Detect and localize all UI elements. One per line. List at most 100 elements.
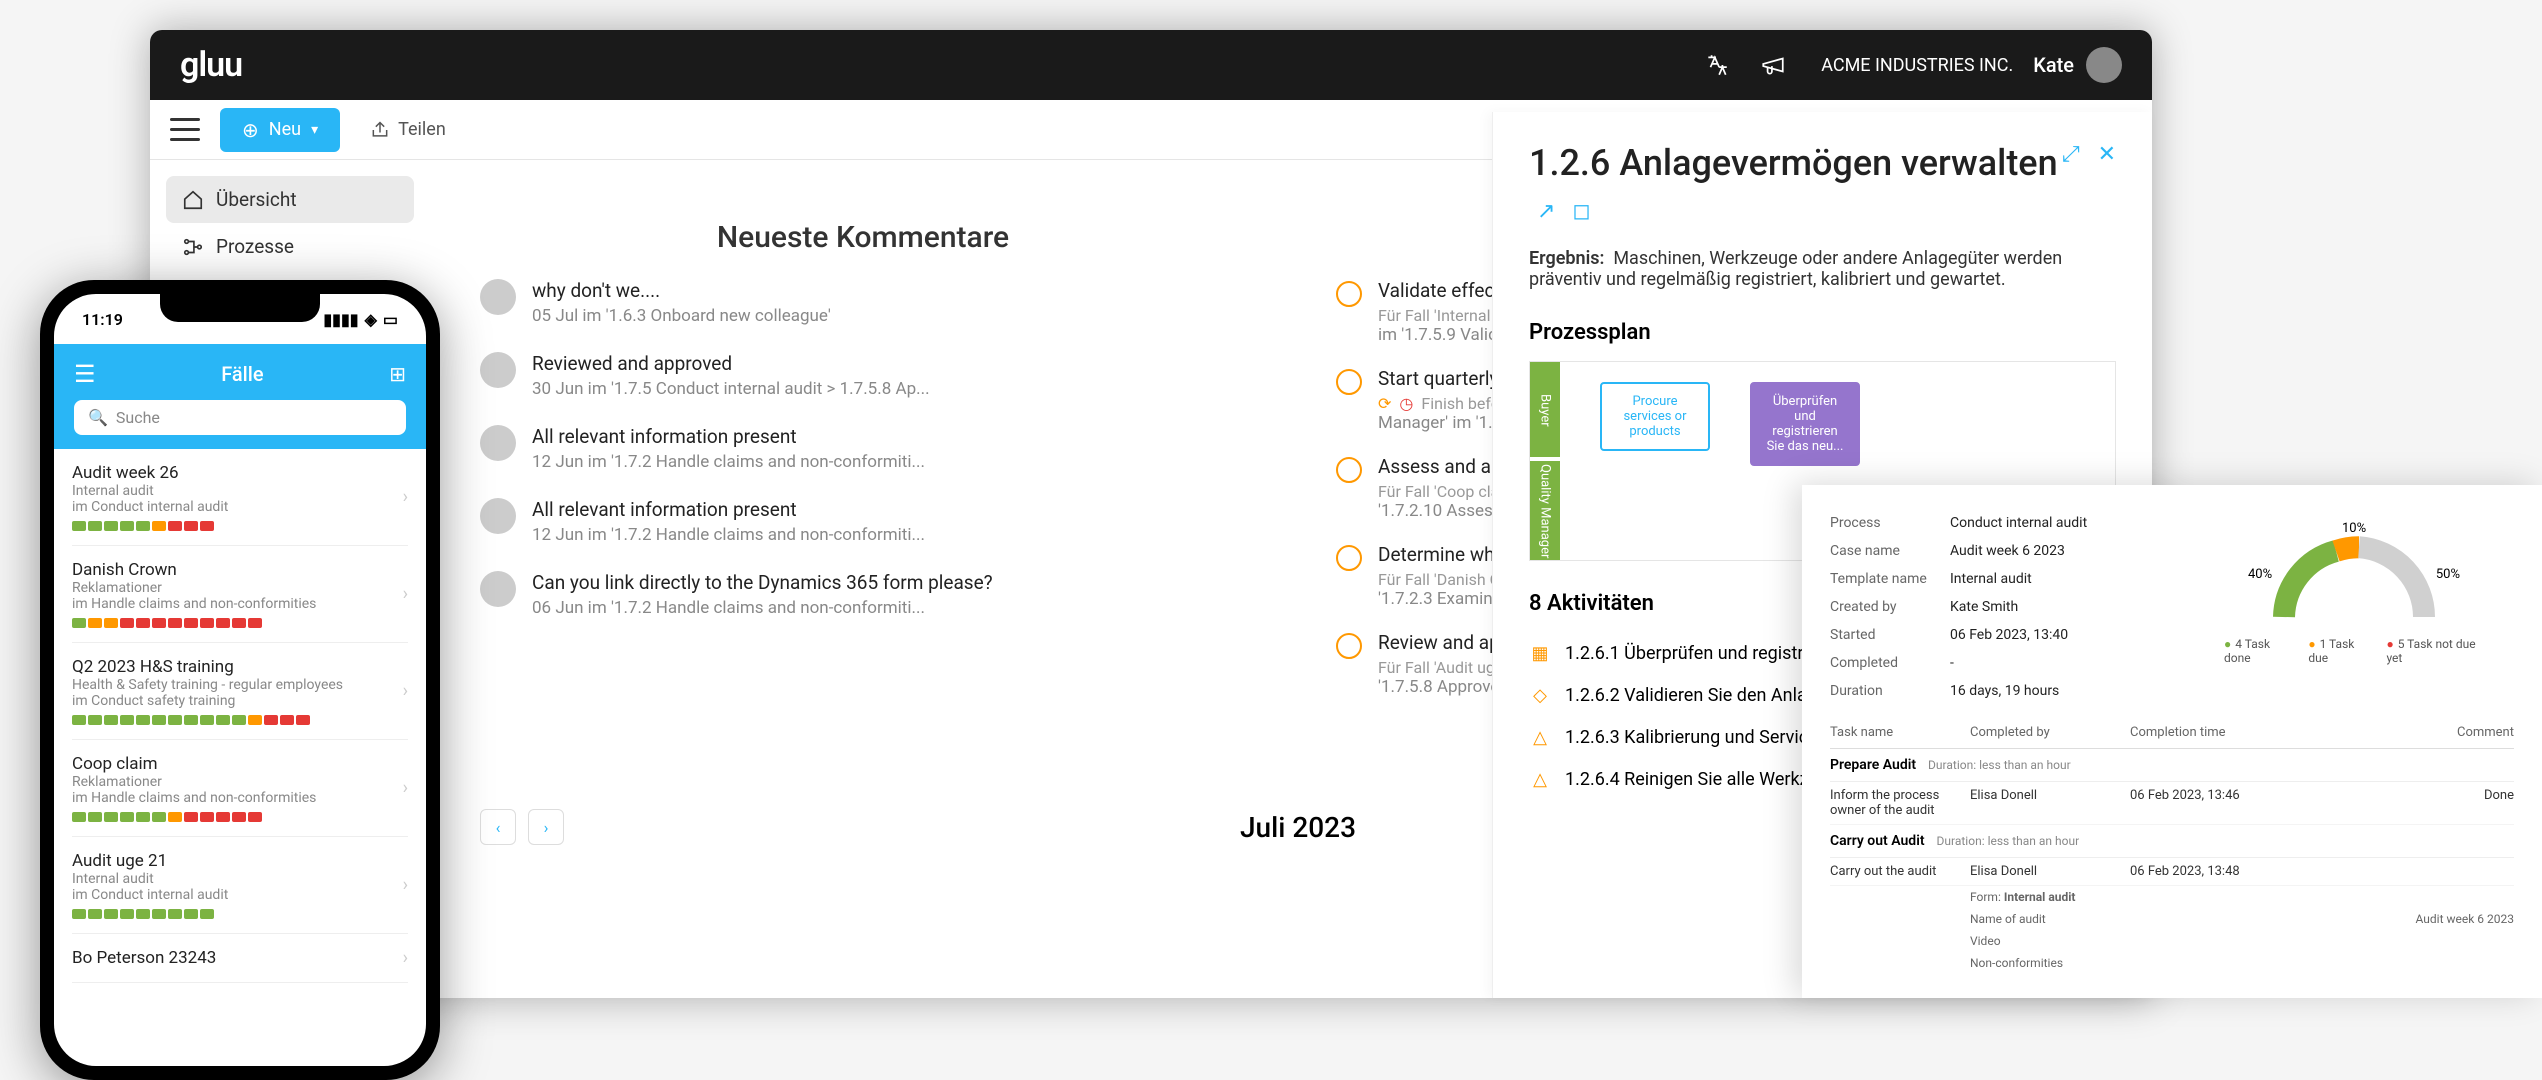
case-title: Danish Crown bbox=[72, 560, 408, 580]
sidebar-label: Prozesse bbox=[216, 235, 294, 258]
activity-icon: ◇ bbox=[1529, 684, 1551, 706]
case-title: Bo Peterson 23243 bbox=[72, 948, 408, 968]
case-title: Coop claim bbox=[72, 754, 408, 774]
case-list: Audit week 26 Internal audit im Conduct … bbox=[54, 449, 426, 983]
new-button[interactable]: ⊕ Neu ▾ bbox=[220, 108, 340, 152]
case-subtitle: im Conduct internal audit bbox=[72, 499, 408, 515]
sidebar-item-overview[interactable]: Übersicht bbox=[166, 176, 414, 223]
announcement-icon[interactable] bbox=[1753, 45, 1793, 85]
comment-item[interactable]: All relevant information present 12 Jun … bbox=[480, 425, 1246, 472]
case-subtitle: Reklamationer bbox=[72, 580, 408, 596]
logo: gluu bbox=[180, 45, 242, 85]
comment-meta: 06 Jun im '1.7.2 Handle claims and non-c… bbox=[532, 598, 993, 618]
comment-item[interactable]: All relevant information present 12 Jun … bbox=[480, 498, 1246, 545]
case-subtitle: im Conduct safety training bbox=[72, 693, 408, 709]
close-icon[interactable]: ✕ bbox=[2098, 142, 2116, 167]
chevron-right-icon: › bbox=[403, 681, 408, 702]
task-checkbox[interactable] bbox=[1336, 369, 1362, 395]
plan-node-check[interactable]: Überprüfen und registrieren Sie das neu.… bbox=[1750, 382, 1860, 466]
next-month-button[interactable]: › bbox=[528, 809, 564, 845]
comment-title: Can you link directly to the Dynamics 36… bbox=[532, 571, 993, 594]
case-item[interactable]: Danish Crown Reklamationer im Handle cla… bbox=[72, 546, 408, 643]
chevron-right-icon: › bbox=[403, 875, 408, 896]
open-icon[interactable]: ↗ bbox=[1537, 199, 1555, 224]
comment-avatar bbox=[480, 425, 516, 461]
prev-month-button[interactable]: ‹ bbox=[480, 809, 516, 845]
share-label: Teilen bbox=[398, 119, 446, 140]
progress-bar bbox=[72, 909, 408, 919]
case-title: Audit week 26 bbox=[72, 463, 408, 483]
task-checkbox[interactable] bbox=[1336, 545, 1362, 571]
case-subtitle: Reklamationer bbox=[72, 774, 408, 790]
home-icon bbox=[182, 189, 204, 211]
expand-icon[interactable]: ⤢ bbox=[2062, 142, 2080, 167]
avatar[interactable] bbox=[2086, 47, 2122, 83]
progress-bar bbox=[72, 812, 408, 822]
comment-meta: 30 Jun im '1.7.5 Conduct internal audit … bbox=[532, 379, 930, 399]
phone-header: ☰ Fälle ⊞ 🔍 Suche bbox=[54, 344, 426, 449]
case-subtitle: im Handle claims and non-conformities bbox=[72, 596, 408, 612]
chevron-right-icon: › bbox=[403, 778, 408, 799]
progress-bar bbox=[72, 618, 408, 628]
case-title: Q2 2023 H&S training bbox=[72, 657, 408, 677]
progress-bar bbox=[72, 715, 408, 725]
comment-avatar bbox=[480, 352, 516, 388]
case-subtitle: Internal audit bbox=[72, 871, 408, 887]
user-name[interactable]: Kate bbox=[2033, 53, 2074, 77]
translate-icon[interactable] bbox=[1697, 45, 1737, 85]
processplan-heading: Prozessplan bbox=[1529, 320, 2116, 345]
comment-title: All relevant information present bbox=[532, 425, 925, 448]
progress-bar bbox=[72, 521, 408, 531]
comment-item[interactable]: why don't we.... 05 Jul im '1.6.3 Onboar… bbox=[480, 279, 1246, 326]
report-card: ProcessConduct internal audit Case nameA… bbox=[1802, 485, 2542, 998]
case-item[interactable]: Q2 2023 H&S training Health & Safety tra… bbox=[72, 643, 408, 740]
phone-title: Fälle bbox=[221, 362, 263, 386]
phone-notch bbox=[160, 294, 320, 322]
table-row[interactable]: Inform the process owner of the audit El… bbox=[1830, 782, 2514, 825]
comment-meta: 05 Jul im '1.6.3 Onboard new colleague' bbox=[532, 306, 831, 326]
swim-lane-buyer: Buyer bbox=[1530, 362, 1560, 457]
comment-meta: 12 Jun im '1.7.2 Handle claims and non-c… bbox=[532, 452, 925, 472]
report-section: Carry out AuditDuration: less than an ho… bbox=[1830, 825, 2514, 858]
activity-icon: △ bbox=[1529, 768, 1551, 790]
bookmark-icon[interactable]: ◻ bbox=[1572, 199, 1590, 224]
case-title: Audit uge 21 bbox=[72, 851, 408, 871]
comments-card: Neueste Kommentare why don't we.... 05 J… bbox=[450, 190, 1276, 769]
activity-icon: △ bbox=[1529, 726, 1551, 748]
case-item[interactable]: Audit uge 21 Internal audit im Conduct i… bbox=[72, 837, 408, 934]
case-item[interactable]: Bo Peterson 23243 › bbox=[72, 934, 408, 983]
task-checkbox[interactable] bbox=[1336, 457, 1362, 483]
grid-icon[interactable]: ⊞ bbox=[389, 362, 406, 386]
share-icon bbox=[370, 120, 390, 140]
topbar: gluu ACME INDUSTRIES INC. Kate bbox=[150, 30, 2152, 100]
comment-title: why don't we.... bbox=[532, 279, 831, 302]
task-checkbox[interactable] bbox=[1336, 633, 1362, 659]
case-subtitle: Health & Safety training - regular emplo… bbox=[72, 677, 408, 693]
search-input[interactable]: 🔍 Suche bbox=[74, 400, 406, 435]
detail-result: Ergebnis: Maschinen, Werkzeuge oder ande… bbox=[1529, 248, 2116, 290]
detail-title: 1.2.6 Anlagevermögen verwalten ↗ ◻ bbox=[1529, 142, 2062, 228]
sidebar-item-processes[interactable]: Prozesse bbox=[166, 223, 414, 270]
menu-toggle-icon[interactable] bbox=[170, 115, 200, 145]
activity-label: 1.2.6.3 Kalibrierung und Service im bbox=[1565, 727, 1842, 748]
plus-icon: ⊕ bbox=[242, 118, 259, 142]
comment-avatar bbox=[480, 498, 516, 534]
tree-icon bbox=[182, 236, 204, 258]
phone-menu-icon[interactable]: ☰ bbox=[74, 360, 96, 388]
comment-title: All relevant information present bbox=[532, 498, 925, 521]
chevron-down-icon: ▾ bbox=[311, 122, 318, 138]
progress-donut: 40% 10% 50% 4 Task done 1 Task due 5 Tas… bbox=[2224, 527, 2484, 665]
comment-avatar bbox=[480, 571, 516, 607]
search-icon: 🔍 bbox=[88, 408, 108, 427]
case-item[interactable]: Coop claim Reklamationer im Handle claim… bbox=[72, 740, 408, 837]
comment-item[interactable]: Can you link directly to the Dynamics 36… bbox=[480, 571, 1246, 618]
wifi-icon: ◈ bbox=[365, 310, 377, 329]
plan-node-procure[interactable]: Procure services or products bbox=[1600, 382, 1710, 451]
case-item[interactable]: Audit week 26 Internal audit im Conduct … bbox=[72, 449, 408, 546]
share-button[interactable]: Teilen bbox=[370, 119, 446, 140]
table-row[interactable]: Carry out the audit Elisa Donell 06 Feb … bbox=[1830, 858, 2514, 886]
task-checkbox[interactable] bbox=[1336, 281, 1362, 307]
new-button-label: Neu bbox=[269, 119, 301, 140]
comment-item[interactable]: Reviewed and approved 30 Jun im '1.7.5 C… bbox=[480, 352, 1246, 399]
battery-icon: ▭ bbox=[383, 310, 398, 329]
